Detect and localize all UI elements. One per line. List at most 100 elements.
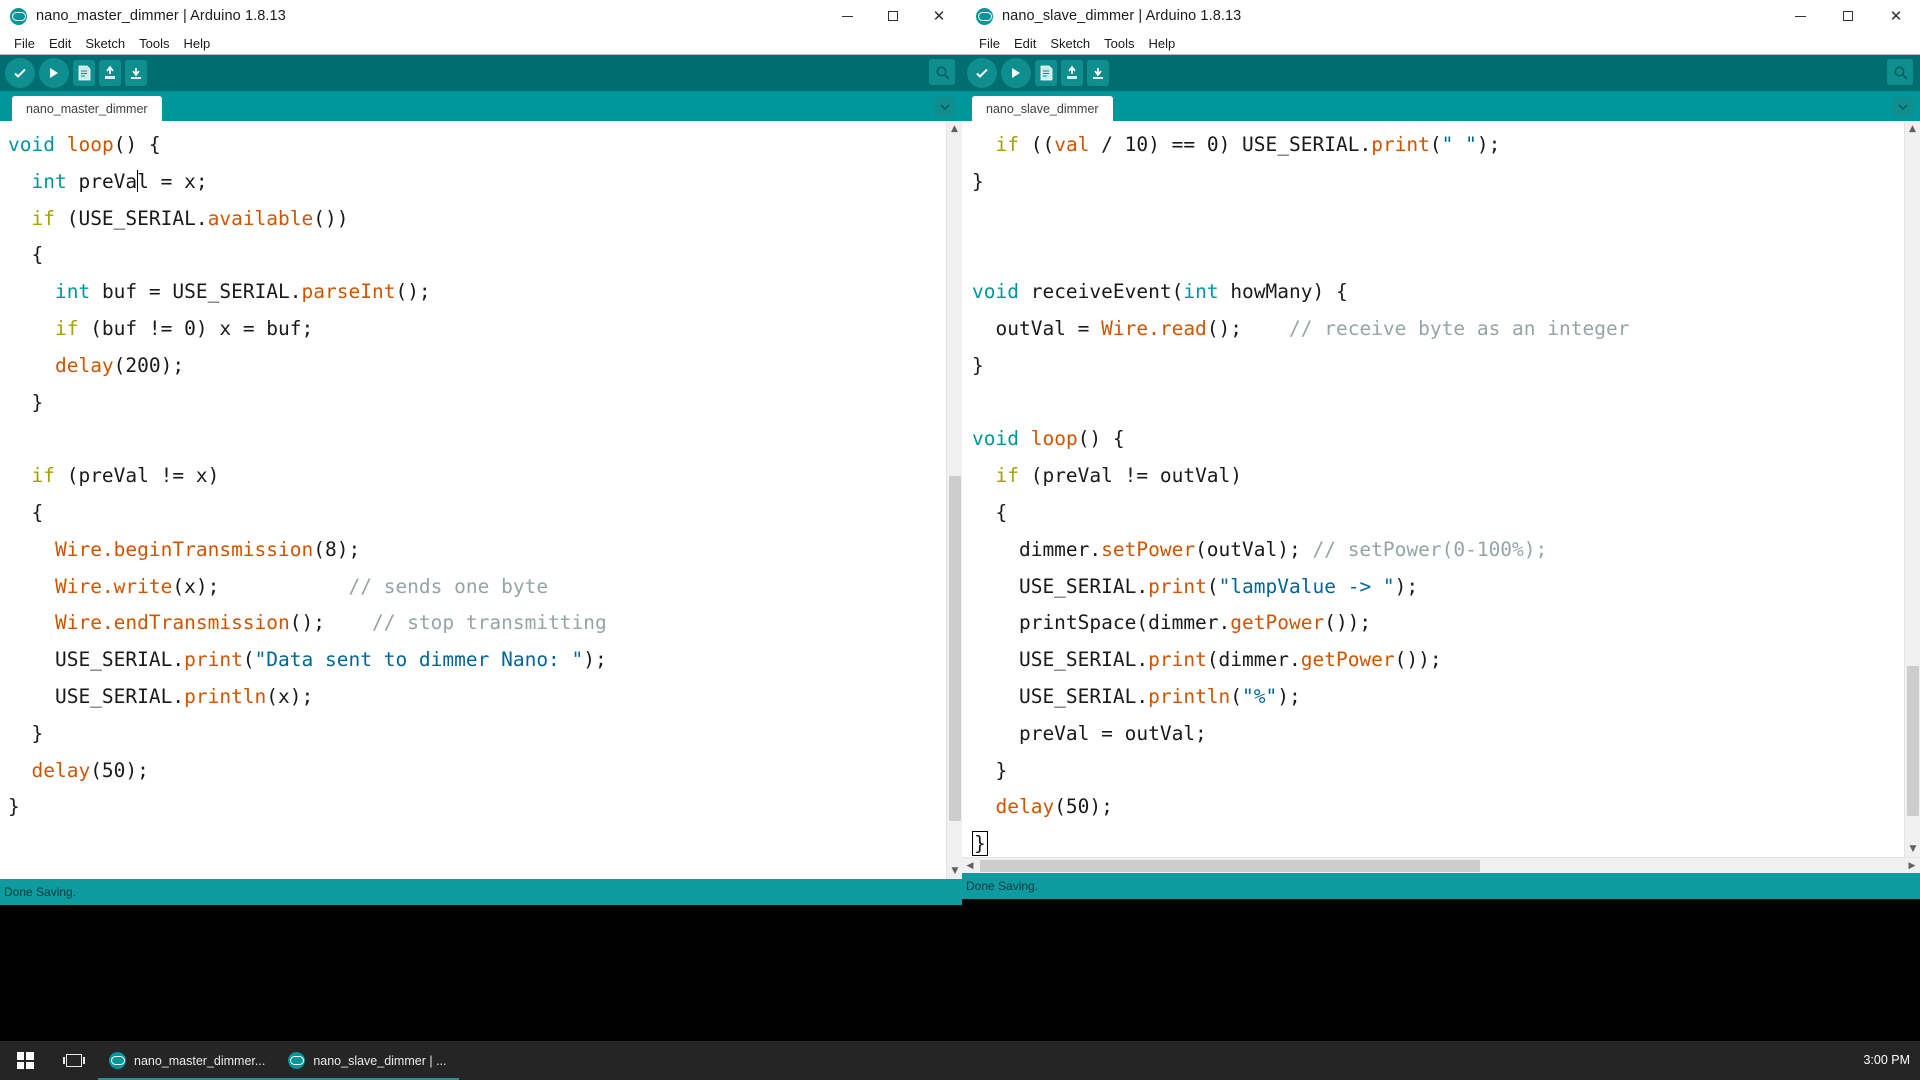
code-token [8, 280, 55, 303]
code-editor-slave[interactable]: if ((val / 10) == 0) USE_SERIAL.print(" … [962, 121, 1920, 873]
code-token: (( [1019, 133, 1054, 156]
menu-file[interactable]: File [7, 35, 42, 52]
scroll-left-icon[interactable]: ◀ [962, 858, 978, 873]
open-icon[interactable] [1061, 60, 1083, 86]
code-line: int buf = USE_SERIAL.parseInt(); [8, 274, 962, 311]
tabbar-slave: nano_slave_dimmer [962, 91, 1920, 121]
editor-horizontal-scrollbar-slave[interactable]: ◀ ▶ [962, 857, 1920, 873]
scroll-right-icon[interactable]: ▶ [1904, 858, 1920, 873]
menu-sketch[interactable]: Sketch [78, 35, 132, 52]
code-line: if ((val / 10) == 0) USE_SERIAL.print(" … [972, 127, 1920, 164]
code-token: Wire.write [55, 575, 172, 598]
open-icon[interactable] [99, 60, 121, 86]
sketch-tab-master[interactable]: nano_master_dimmer [12, 96, 162, 121]
code-token: (50); [1054, 795, 1113, 818]
save-icon[interactable] [1087, 60, 1109, 86]
code-line: Wire.endTransmission(); // stop transmit… [8, 605, 962, 642]
upload-icon[interactable] [39, 58, 69, 88]
code-token: (dimmer. [1207, 648, 1301, 671]
code-line: delay(200); [8, 348, 962, 385]
status-message-bar-slave: Done Saving. [962, 873, 1920, 899]
chevron-down-icon[interactable] [1892, 97, 1914, 117]
menu-tools[interactable]: Tools [1097, 35, 1141, 52]
code-token: ); [1395, 575, 1418, 598]
code-token: print [1148, 575, 1207, 598]
editor-vertical-scrollbar-slave[interactable]: ▲ ▼ [1904, 121, 1920, 873]
code-token: getPower [1230, 611, 1324, 634]
code-token: if [31, 207, 54, 230]
sketch-tab-slave[interactable]: nano_slave_dimmer [972, 96, 1113, 121]
start-button[interactable] [0, 1041, 50, 1080]
taskbar-item-master[interactable]: nano_master_dimmer... [98, 1041, 277, 1080]
code-token: (8); [313, 538, 360, 561]
code-token [972, 133, 995, 156]
verify-icon[interactable] [967, 58, 997, 88]
code-token: int [55, 280, 90, 303]
minimize-button[interactable] [824, 0, 870, 32]
code-line: if (preVal != outVal) [972, 458, 1920, 495]
new-icon[interactable] [73, 60, 95, 86]
window-title: nano_slave_dimmer | Arduino 1.8.13 [1002, 8, 1241, 24]
code-line: } [8, 789, 962, 826]
menu-help[interactable]: Help [1141, 35, 1182, 52]
code-token: delay [55, 354, 114, 377]
code-token: // sends one byte [348, 575, 548, 598]
menu-edit[interactable]: Edit [42, 35, 78, 52]
menu-tools[interactable]: Tools [132, 35, 176, 52]
code-token: println [184, 685, 266, 708]
code-line: delay(50); [8, 753, 962, 790]
arduino-logo-icon [10, 8, 27, 25]
code-token: } [972, 759, 1007, 782]
vertical-scroll-thumb[interactable] [1907, 666, 1919, 816]
close-button[interactable]: ✕ [916, 0, 962, 32]
code-line: printSpace(dimmer.getPower()); [972, 605, 1920, 642]
editor-vertical-scrollbar-master[interactable]: ▲ ▼ [946, 121, 962, 879]
chevron-down-icon[interactable] [934, 97, 956, 117]
code-token: "%" [1242, 685, 1277, 708]
menubar-master: File Edit Sketch Tools Help [0, 32, 962, 54]
scroll-up-icon[interactable]: ▲ [1905, 121, 1920, 137]
scroll-down-icon[interactable]: ▼ [947, 863, 962, 879]
save-icon[interactable] [125, 60, 147, 86]
minimize-button[interactable] [1776, 0, 1824, 32]
code-token: { [972, 501, 1007, 524]
menu-help[interactable]: Help [176, 35, 217, 52]
code-token: ); [583, 648, 606, 671]
scroll-down-icon[interactable]: ▼ [1905, 841, 1920, 857]
code-token: / 10) == 0) USE_SERIAL. [1089, 133, 1371, 156]
code-token: Wire.endTransmission [55, 611, 290, 634]
menu-edit[interactable]: Edit [1007, 35, 1043, 52]
code-text-slave[interactable]: if ((val / 10) == 0) USE_SERIAL.print(" … [962, 121, 1920, 863]
vertical-scroll-thumb[interactable] [949, 476, 961, 821]
code-token: void [972, 427, 1019, 450]
code-token: available [208, 207, 314, 230]
horizontal-scroll-thumb[interactable] [980, 860, 1480, 872]
serial-monitor-icon[interactable] [929, 59, 955, 85]
code-token: preVal = outVal; [972, 722, 1207, 745]
taskbar-clock[interactable]: 3:00 PM [1863, 1053, 1910, 1067]
code-editor-master[interactable]: void loop() { int preVal = x; if (USE_SE… [0, 121, 962, 879]
verify-icon[interactable] [5, 58, 35, 88]
code-token: (USE_SERIAL. [55, 207, 208, 230]
task-view-button[interactable] [50, 1041, 98, 1080]
code-text-master[interactable]: void loop() { int preVal = x; if (USE_SE… [0, 121, 962, 826]
code-token: howMany) { [1219, 280, 1348, 303]
new-icon[interactable] [1035, 60, 1057, 86]
scroll-up-icon[interactable]: ▲ [947, 121, 962, 137]
upload-icon[interactable] [1001, 58, 1031, 88]
code-line [972, 385, 1920, 422]
maximize-button[interactable] [870, 0, 916, 32]
menu-sketch[interactable]: Sketch [1043, 35, 1097, 52]
close-button[interactable]: ✕ [1872, 0, 1920, 32]
maximize-button[interactable] [1824, 0, 1872, 32]
code-token: ( [1207, 575, 1219, 598]
menu-file[interactable]: File [972, 35, 1007, 52]
code-token: ); [1477, 133, 1500, 156]
code-token: (x); [266, 685, 313, 708]
code-line: void loop() { [8, 127, 962, 164]
taskbar-item-slave[interactable]: nano_slave_dimmer | ... [277, 1041, 458, 1080]
code-token: { [8, 243, 43, 266]
window-controls-master: ✕ [824, 0, 962, 32]
code-line: void receiveEvent(int howMany) { [972, 274, 1920, 311]
serial-monitor-icon[interactable] [1887, 59, 1913, 85]
